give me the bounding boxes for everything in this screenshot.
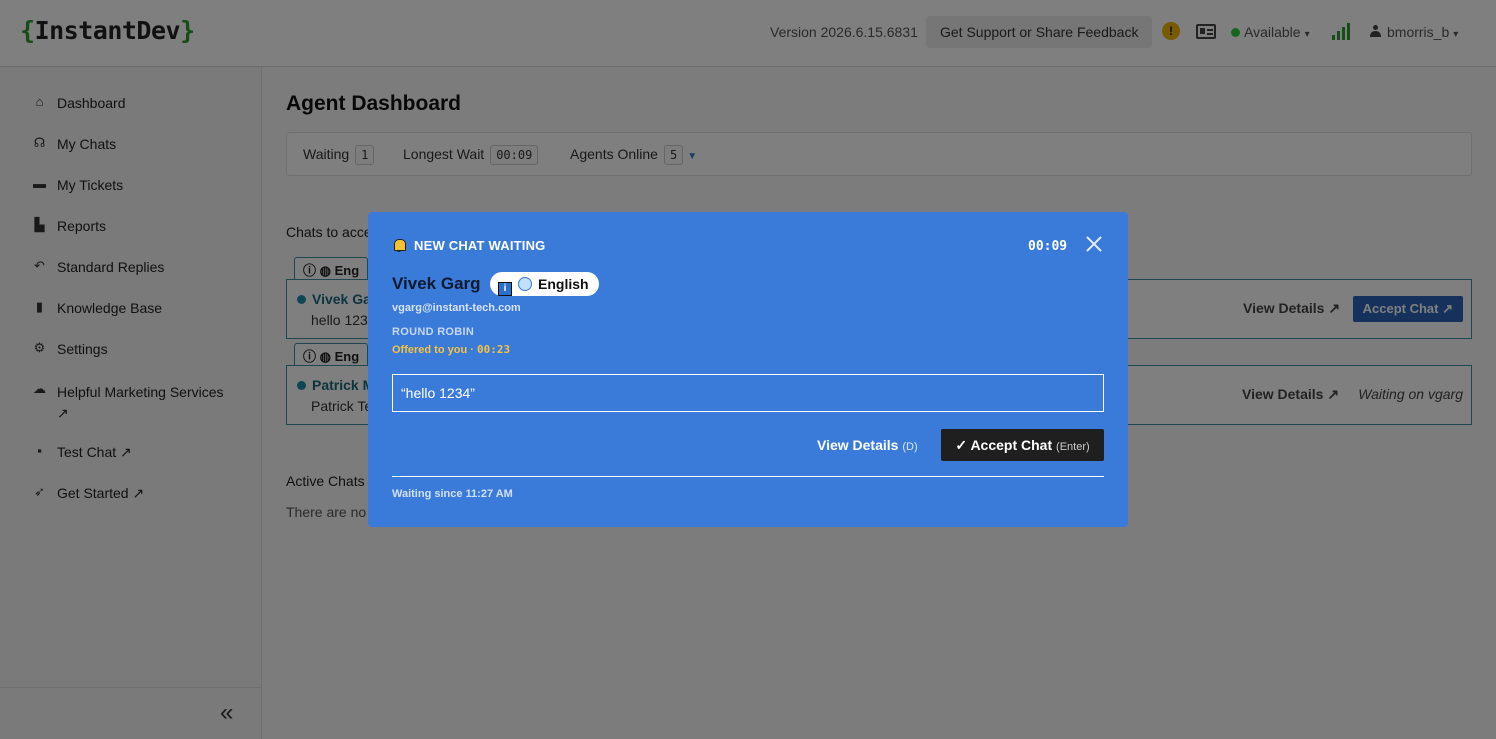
routing-label: ROUND ROBIN	[392, 326, 475, 338]
modal-divider	[392, 476, 1104, 477]
globe-icon	[518, 277, 532, 291]
close-icon[interactable]	[1084, 234, 1104, 254]
customer-email: vgarg@instant-tech.com	[392, 302, 521, 314]
language-badge: i English	[490, 272, 599, 296]
accept-chat-button[interactable]: ✓ Accept Chat (Enter)	[941, 429, 1104, 461]
customer-name: Vivek Garg	[392, 274, 481, 293]
offered-timer: 00:23	[476, 343, 511, 356]
new-chat-modal: NEW CHAT WAITING 00:09 Vivek Garg i Engli…	[368, 212, 1128, 527]
bell-icon	[392, 238, 406, 252]
modal-heading: NEW CHAT WAITING	[392, 238, 546, 253]
waiting-since-label: Waiting since 11:27 AM	[392, 488, 513, 500]
info-icon[interactable]: i	[498, 282, 512, 296]
offered-label: Offered to you · 00:23	[392, 343, 511, 356]
chat-message-preview: “hello 1234”	[392, 374, 1104, 412]
view-details-button[interactable]: View Details (D)	[817, 437, 918, 453]
modal-timer: 00:09	[1028, 239, 1068, 254]
